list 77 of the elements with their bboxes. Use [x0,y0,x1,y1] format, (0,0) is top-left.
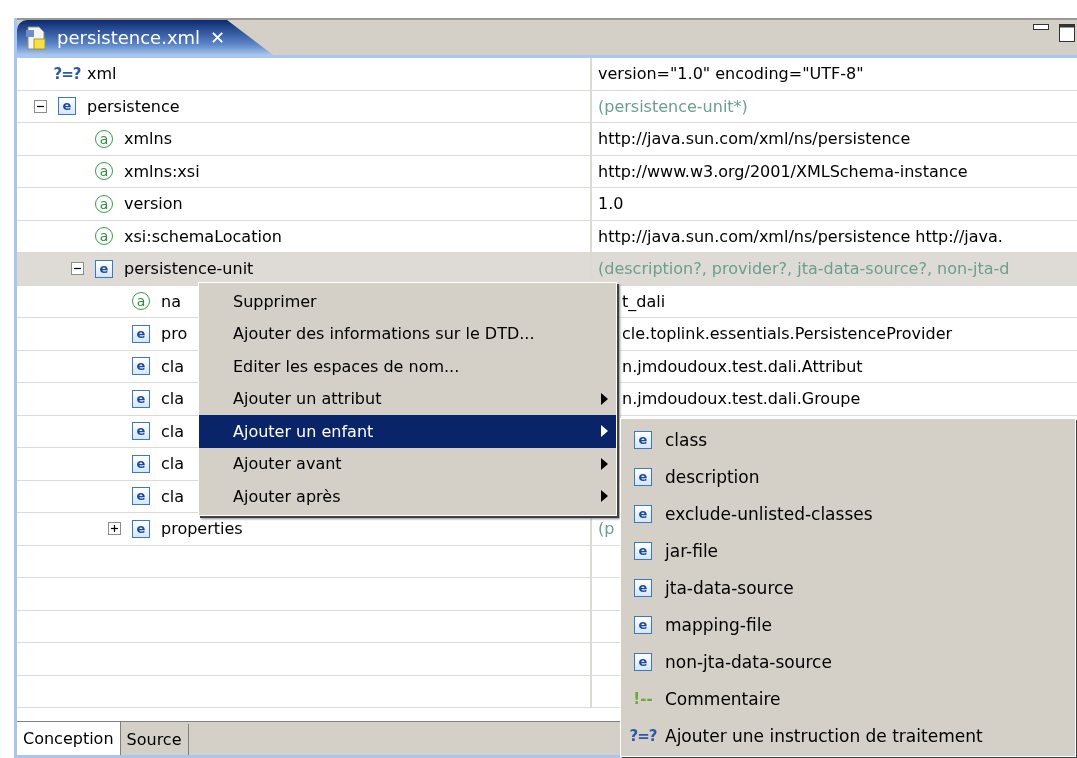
element-icon: e [634,652,652,671]
element-icon: e [132,324,150,343]
tree-row[interactable]: ?=? xml version="1.0" encoding="UTF-8" [17,58,1077,91]
content-model: (description?, provider?, jta-data-source?, non-jta-d [598,259,1010,279]
comment-icon: !-- [633,689,653,708]
node-value: cle.toplink.essentials.PersistenceProvider [622,324,953,344]
element-icon: e [634,430,652,449]
instruction-icon: ?=? [629,726,657,745]
node-name: version [124,194,183,214]
editor-page-tab[interactable]: Conception [17,722,121,755]
node-name: na [161,291,181,311]
node-value: version="1.0" encoding="UTF-8" [598,64,864,84]
element-icon: e [132,389,150,408]
instruction-icon: ?=? [53,64,81,83]
element-icon: e [132,454,150,473]
element-icon: e [95,259,113,278]
tree-row[interactable]: a xmlns http://java.sun.com/xml/ns/persistence [17,123,1077,156]
node-value: n.jmdoudoux.test.dali.Attribut [622,356,863,376]
tree-row[interactable]: e persistence-unit (description?, provider?, jta-data-source?, non-jta-d [17,253,1077,286]
menu-item[interactable]: mapping-file [665,614,772,635]
node-name: xml [87,64,117,84]
element-icon: e [132,487,150,506]
expand-icon[interactable] [107,522,121,536]
element-icon: e [634,467,652,486]
tree-row[interactable]: a xsi:schemaLocation http://java.sun.com/xml/ns/persistence http://java. [17,220,1077,253]
node-name: pro [161,324,188,344]
node-name: cla [161,421,185,441]
node-name: xmlns:xsi [124,161,200,181]
node-value: http://java.sun.com/xml/ns/persistence http://java. [598,226,1003,246]
tab-title: persistence.xml [57,27,201,48]
menu-item[interactable]: Ajouter après [199,480,616,513]
menu-item[interactable]: Editer les espaces de nom... [199,350,616,383]
node-value: http://www.w3.org/2001/XMLSchema-instance [598,161,968,181]
maximize-icon[interactable] [1059,24,1075,42]
tree-row[interactable]: a xmlns:xsi http://www.w3.org/2001/XMLSchema-instance [17,155,1077,188]
minimize-icon[interactable] [1033,24,1049,32]
xml-file-icon [25,25,47,50]
menu-item[interactable]: jta-data-source [665,577,794,598]
node-name: properties [161,519,243,539]
node-name: cla [161,486,185,506]
collapse-icon[interactable] [70,262,84,276]
element-icon: e [634,504,652,523]
menu-item[interactable]: non-jta-data-source [665,651,832,672]
content-model: (persistence-unit*) [598,96,748,116]
menu-item[interactable]: Ajouter des informations sur le DTD... [199,317,616,350]
menu-item[interactable]: Ajouter avant [199,447,616,480]
node-name: xmlns [124,129,172,149]
element-icon: e [634,615,652,634]
menu-item[interactable]: description [665,466,760,487]
node-name: cla [161,454,185,474]
close-icon[interactable]: ✕ [210,27,226,48]
editor-tab[interactable]: persistence.xml ✕ [17,20,274,55]
tree-row[interactable]: e persistence (persistence-unit*) [17,90,1077,123]
node-value: n.jmdoudoux.test.dali.Groupe [622,389,861,409]
menu-item[interactable]: Ajouter une instruction de traitement [665,725,983,746]
element-icon: e [634,541,652,560]
node-name: xsi:schemaLocation [124,226,282,246]
menu-item[interactable]: Commentaire [665,688,781,709]
element-icon: e [634,578,652,597]
node-value: http://java.sun.com/xml/ns/persistence [598,129,911,149]
node-value: t_dali [622,291,666,311]
content-model: (p [598,519,615,539]
element-icon: e [58,97,76,116]
element-icon: e [132,519,150,538]
menu-item[interactable]: Supprimer [199,285,616,318]
collapse-icon[interactable] [33,99,47,113]
menu-item[interactable]: Ajouter un attribut [199,382,616,415]
node-name: persistence-unit [124,259,254,279]
menu-item[interactable]: Ajouter un enfant [199,415,616,448]
node-name: persistence [87,96,180,116]
node-name: cla [161,389,185,409]
tree-row[interactable]: a version 1.0 [17,188,1077,221]
element-icon: e [132,357,150,376]
node-value: 1.0 [598,194,624,214]
element-icon: e [132,422,150,441]
node-name: cla [161,356,185,376]
menu-item[interactable]: class [665,429,708,450]
